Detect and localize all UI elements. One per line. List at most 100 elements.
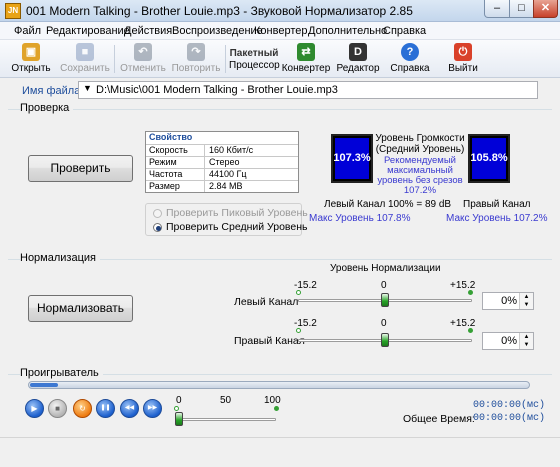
toolbar: ▣ Открыть ■ Сохранить ↶ Отменить ↷ Повто… <box>0 40 560 78</box>
save-label: Сохранить <box>60 63 110 74</box>
help-button[interactable]: ? Справка <box>388 40 432 78</box>
normalize-button[interactable]: Нормализовать <box>28 295 133 322</box>
exit-button[interactable]: ⏻ Выйти <box>442 40 484 78</box>
folder-open-icon: ▣ <box>22 43 40 61</box>
menu-file[interactable]: Файл <box>14 25 41 37</box>
left-slider-thumb[interactable] <box>381 293 389 307</box>
next-button[interactable]: ▶▶ <box>143 399 162 418</box>
table-row: Размер 2.84 MB <box>146 180 298 192</box>
table-row: Частота 44100 Гц <box>146 168 298 180</box>
prop-key: Режим <box>149 157 177 167</box>
maximize-button[interactable]: □ <box>509 0 534 18</box>
slider-zero-label: 0 <box>381 280 387 291</box>
loop-button[interactable]: ↻ <box>73 399 92 418</box>
undo-label: Отменить <box>120 63 166 74</box>
file-name-combobox[interactable]: ▼ D:\Music\001 Modern Talking - Brother … <box>78 81 538 99</box>
batch-processor-button[interactable]: Пакетный Процессор <box>229 40 280 78</box>
prop-key: Скорость <box>149 145 188 155</box>
toolbar-separator <box>114 45 115 73</box>
pause-button[interactable]: ❚❚ <box>96 399 115 418</box>
table-row: Режим Стерео <box>146 156 298 168</box>
volume-0-label: 0 <box>176 395 182 406</box>
table-row: Скорость 160 Кбит/с <box>146 144 298 156</box>
pause-icon: ❚❚ <box>100 405 111 411</box>
playback-position-fill <box>30 383 58 387</box>
level-title-line2: (Средний Уровень) <box>375 144 465 155</box>
spinner-arrows-icon[interactable]: ▲ ▼ <box>519 293 533 309</box>
open-button[interactable]: ▣ Открыть <box>8 40 54 78</box>
close-button[interactable]: ✕ <box>533 0 558 18</box>
db-reference: 100% = 89 dB <box>388 199 452 210</box>
prop-key: Размер <box>149 181 180 191</box>
right-channel-meter: 105.8% <box>468 134 510 183</box>
check-button[interactable]: Проверить <box>28 155 133 182</box>
left-channel-label: Левый Канал <box>324 199 386 210</box>
save-icon: ■ <box>76 43 94 61</box>
slider-min-marker <box>296 328 301 333</box>
converter-label: Конвертер <box>281 63 331 74</box>
right-slider-thumb[interactable] <box>381 333 389 347</box>
batch-label-line1: Пакетный <box>229 48 279 59</box>
open-label: Открыть <box>11 63 51 74</box>
minimize-button[interactable]: – <box>484 0 510 18</box>
current-time: 00:00:00(мс) <box>473 400 546 411</box>
volume-min-marker <box>174 406 179 411</box>
exit-icon: ⏻ <box>454 43 472 61</box>
converter-button[interactable]: ⇄ Конвертер <box>281 40 331 78</box>
right-channel-norm-label: Правый Канал <box>234 335 305 347</box>
previous-button[interactable]: ◀◀ <box>120 399 139 418</box>
radio-average-level[interactable] <box>153 223 162 232</box>
toolbar-separator <box>225 45 226 73</box>
editor-button[interactable]: D Редактор <box>335 40 381 78</box>
left-norm-value-spinner[interactable]: 0% ▲ ▼ <box>482 292 534 310</box>
file-name-label: Имя файла: <box>22 85 84 97</box>
menu-converter[interactable]: Конвертер <box>254 25 307 37</box>
total-time-label: Общее Время: <box>403 413 475 425</box>
left-channel-meter: 107.3% <box>331 134 373 183</box>
radio-average-label: Проверить Средний Уровень <box>166 221 308 233</box>
player-group-title: Проигрыватель <box>20 367 103 379</box>
spinner-arrows-icon[interactable]: ▲ ▼ <box>519 333 533 349</box>
menu-help[interactable]: Справка <box>383 25 426 37</box>
redo-button[interactable]: ↷ Повторить <box>170 40 222 78</box>
volume-100-label: 100 <box>264 395 281 406</box>
menu-edit[interactable]: Редактирование <box>46 25 130 37</box>
window-title: 001 Modern Talking - Brother Louie.mp3 -… <box>26 4 413 18</box>
prop-key: Частота <box>149 169 183 179</box>
help-label: Справка <box>390 63 430 74</box>
slider-max-marker <box>468 290 473 295</box>
menu-playback[interactable]: Воспроизведение <box>172 25 263 37</box>
help-icon: ? <box>401 43 419 61</box>
radio-peak-level[interactable] <box>153 209 162 218</box>
save-button[interactable]: ■ Сохранить <box>58 40 112 78</box>
slider-zero-label: 0 <box>381 318 387 329</box>
prop-value: 2.84 MB <box>204 181 298 192</box>
level-title: Уровень Громкости (Средний Уровень) <box>374 133 466 155</box>
group-divider <box>8 109 552 110</box>
volume-slider-thumb[interactable] <box>175 412 183 426</box>
left-max-level: Макс Уровень 107.8% <box>309 213 411 224</box>
redo-label: Повторить <box>171 63 221 74</box>
check-group-title: Проверка <box>20 102 74 114</box>
right-channel-label: Правый Канал <box>463 199 531 210</box>
stop-button[interactable]: ■ <box>48 399 67 418</box>
volume-slider[interactable] <box>178 418 276 421</box>
total-time: 00:00:00(мс) <box>473 413 546 424</box>
stop-icon: ■ <box>55 404 60 413</box>
converter-icon: ⇄ <box>297 43 315 61</box>
left-meter-value: 107.3% <box>333 152 371 164</box>
menu-actions[interactable]: Действия <box>124 25 172 37</box>
menu-extra[interactable]: Дополнительно <box>308 25 387 37</box>
previous-icon: ◀◀ <box>124 405 135 411</box>
playback-position-bar[interactable] <box>28 381 530 389</box>
redo-icon: ↷ <box>187 43 205 61</box>
right-norm-value-spinner[interactable]: 0% ▲ ▼ <box>482 332 534 350</box>
dropdown-arrow-icon[interactable]: ▼ <box>83 83 92 93</box>
recommend-line: 107.2% <box>403 185 437 196</box>
prop-value: 44100 Гц <box>204 169 298 180</box>
volume-max-marker <box>274 406 279 411</box>
slider-max-marker <box>468 328 473 333</box>
left-norm-value: 0% <box>501 295 517 307</box>
undo-button[interactable]: ↶ Отменить <box>118 40 168 78</box>
play-button[interactable]: ▶ <box>25 399 44 418</box>
